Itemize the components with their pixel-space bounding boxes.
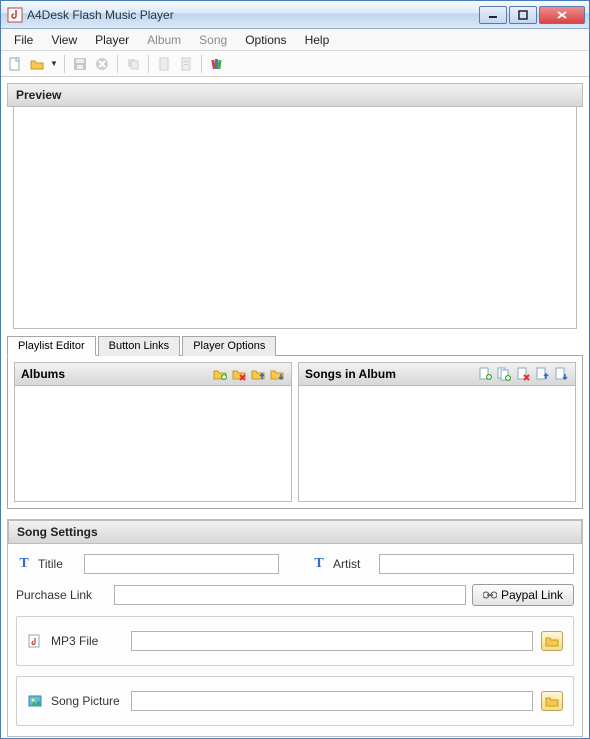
song-settings-panel: Song Settings T Titile T Artist Purchase… <box>7 519 583 737</box>
albums-title: Albums <box>21 367 212 381</box>
menu-player[interactable]: Player <box>86 31 138 49</box>
song-remove-icon[interactable] <box>515 366 531 382</box>
menu-file[interactable]: File <box>5 31 42 49</box>
app-icon <box>7 7 23 23</box>
song-add-multi-icon[interactable] <box>496 366 512 382</box>
separator <box>64 55 65 73</box>
copy-icon <box>123 54 143 74</box>
mp3-file-label: MP3 File <box>51 634 123 648</box>
maximize-button[interactable] <box>509 6 537 24</box>
tab-body: Albums Songs in Album <box>7 355 583 509</box>
album-down-icon[interactable] <box>269 366 285 382</box>
mp3-file-input[interactable] <box>131 631 533 651</box>
menu-album: Album <box>138 31 190 49</box>
minimize-button[interactable] <box>479 6 507 24</box>
new-file-icon[interactable] <box>5 54 25 74</box>
tab-button-links[interactable]: Button Links <box>98 336 181 356</box>
albums-panel: Albums <box>14 362 292 502</box>
open-dropdown-icon[interactable]: ▼ <box>49 59 59 68</box>
song-add-icon[interactable] <box>477 366 493 382</box>
cancel-icon <box>92 54 112 74</box>
tab-playlist-editor[interactable]: Playlist Editor <box>7 336 96 356</box>
mp3-fieldset: MP3 File <box>16 616 574 666</box>
preview-header: Preview <box>7 83 583 107</box>
separator <box>117 55 118 73</box>
separator <box>201 55 202 73</box>
song-picture-label: Song Picture <box>51 694 123 708</box>
menu-help[interactable]: Help <box>296 31 339 49</box>
open-folder-icon[interactable] <box>27 54 47 74</box>
picture-icon <box>27 693 43 709</box>
text-icon: T <box>311 556 327 572</box>
content: Preview Playlist Editor Button Links Pla… <box>1 83 589 737</box>
picture-browse-button[interactable] <box>541 691 563 711</box>
songs-title: Songs in Album <box>305 367 477 381</box>
preview-panel: Preview <box>7 83 583 329</box>
separator <box>148 55 149 73</box>
song-settings-header: Song Settings <box>8 520 582 544</box>
page-icon <box>154 54 174 74</box>
paypal-link-label: Paypal Link <box>501 588 563 602</box>
album-remove-icon[interactable] <box>231 366 247 382</box>
artist-label: Artist <box>333 557 373 571</box>
menu-song: Song <box>190 31 236 49</box>
page2-icon <box>176 54 196 74</box>
album-add-icon[interactable] <box>212 366 228 382</box>
songs-list[interactable] <box>298 386 576 502</box>
title-label: Titile <box>38 557 78 571</box>
purchase-link-label: Purchase Link <box>16 588 108 602</box>
text-icon: T <box>16 556 32 572</box>
menu-options[interactable]: Options <box>236 31 295 49</box>
books-icon[interactable] <box>207 54 227 74</box>
window-title: A4Desk Flash Music Player <box>27 8 479 22</box>
save-icon <box>70 54 90 74</box>
mp3-browse-button[interactable] <box>541 631 563 651</box>
album-up-icon[interactable] <box>250 366 266 382</box>
toolbar: ▼ <box>1 51 589 77</box>
title-input[interactable] <box>84 554 279 574</box>
menubar: File View Player Album Song Options Help <box>1 29 589 51</box>
window-controls <box>479 6 585 24</box>
songs-panel: Songs in Album <box>298 362 576 502</box>
music-file-icon <box>27 633 43 649</box>
artist-input[interactable] <box>379 554 574 574</box>
preview-area <box>13 107 577 329</box>
titlebar: A4Desk Flash Music Player <box>1 1 589 29</box>
picture-fieldset: Song Picture <box>16 676 574 726</box>
menu-view[interactable]: View <box>42 31 86 49</box>
song-down-icon[interactable] <box>553 366 569 382</box>
tab-player-options[interactable]: Player Options <box>182 336 276 356</box>
link-icon <box>483 590 497 600</box>
song-picture-input[interactable] <box>131 691 533 711</box>
close-button[interactable] <box>539 6 585 24</box>
purchase-link-input[interactable] <box>114 585 466 605</box>
albums-list[interactable] <box>14 386 292 502</box>
song-up-icon[interactable] <box>534 366 550 382</box>
editor-tabs: Playlist Editor Button Links Player Opti… <box>7 335 583 509</box>
paypal-link-button[interactable]: Paypal Link <box>472 584 574 606</box>
